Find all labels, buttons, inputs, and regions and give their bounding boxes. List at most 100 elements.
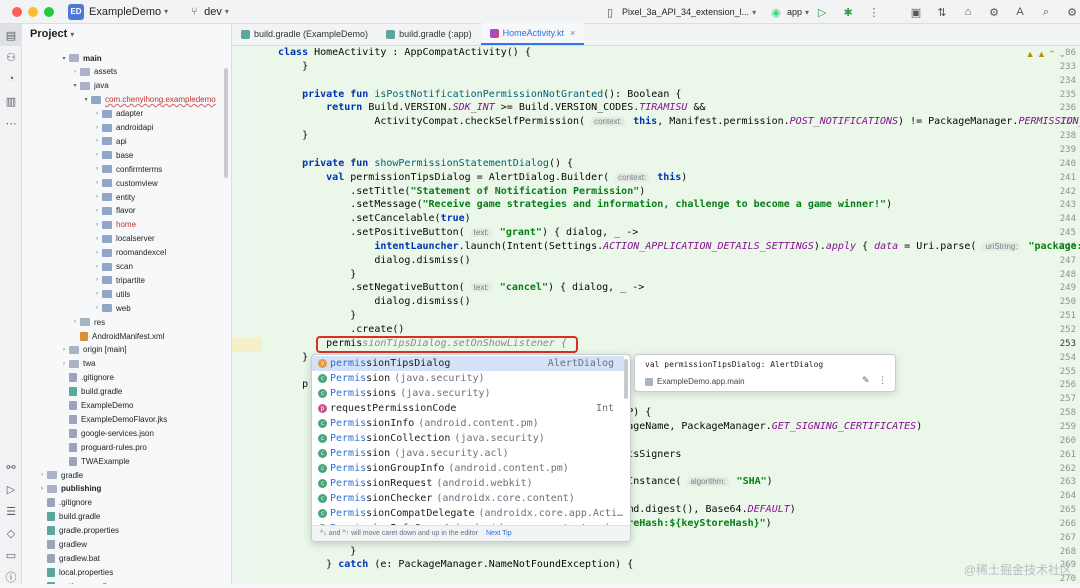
tree-item[interactable]: ›flavor [92,204,136,218]
tree-item[interactable]: ›utils [92,287,130,301]
line-number: 255 [1048,367,1076,377]
completion-match: Permis [330,433,366,444]
completion-package: (android.content.pm) [418,418,538,429]
project-tool-icon[interactable]: ▤ [0,24,22,46]
tree-item[interactable]: gradle.properties [37,524,119,538]
profiler-icon[interactable]: ⌂ [960,4,976,20]
editor-tab[interactable]: build.gradle (ExampleDemo) [232,23,377,45]
tree-item[interactable]: ›publishing [37,482,101,496]
run-config-selector[interactable]: app [787,7,802,17]
sync-icon[interactable]: ⇅ [934,4,950,20]
tree-item[interactable]: ›adapter [92,107,143,121]
tree-item[interactable]: build.gradle [59,385,122,399]
tree-item[interactable]: ›web [92,301,131,315]
tree-item[interactable]: proguard-rules.pro [59,440,147,454]
tree-item[interactable]: ▾java [70,79,109,93]
completion-item[interactable]: cPermissionRequest(android.webkit) [312,476,624,491]
completion-item[interactable]: prequestPermissionCodeInt [312,401,624,416]
parameter-hint: text: [471,228,492,237]
tree-item[interactable]: ›gradle [37,468,83,482]
project-panel-header[interactable]: Project ▾ [22,24,231,44]
completion-item[interactable]: cPermissions(java.security) [312,386,624,401]
tree-item[interactable]: ›home [92,218,136,232]
completion-item[interactable]: vpermissionTipsDialogAlertDialog [312,356,624,371]
tree-item[interactable]: .gitignore [59,371,114,385]
more-tools-icon[interactable]: ⋯ [0,112,22,134]
tree-item[interactable]: google-services.json [59,426,154,440]
build-variants-icon[interactable]: ⚯ [0,456,22,478]
tree-item[interactable]: ▾com.chenyihong.exampledemo [81,93,216,107]
tree-item[interactable]: ›res [70,315,105,329]
next-tip-link[interactable]: Next Tip [486,530,512,537]
tree-item[interactable]: AndroidManifest.xml [70,329,164,343]
completion-item[interactable]: cPermissionGroupInfo(android.content.pm) [312,461,624,476]
editor-tab[interactable]: build.gradle (:app) [377,23,481,45]
tree-item[interactable]: TWAExample [59,454,130,468]
commit-icon[interactable]: ◔ [0,68,22,90]
tree-item[interactable]: ›roomandexcel [92,246,166,260]
completion-item[interactable]: cPermission(java.security.acl) [312,446,624,461]
maximize-window-button[interactable] [44,7,54,17]
tree-item[interactable]: build.gradle [37,510,100,524]
completion-item[interactable]: cPermissionCollection(java.security) [312,431,624,446]
pkg-icon [102,235,112,243]
tree-item[interactable]: ›entity [92,190,135,204]
terminal-icon[interactable]: ▭ [0,544,22,566]
resource-manager-icon[interactable]: ⚇ [0,46,22,68]
line-number: 236 [1048,103,1076,113]
tree-item[interactable]: ›base [92,148,133,162]
more-icon[interactable]: ⋮ [866,4,882,20]
class-icon: c [318,419,327,428]
tree-item[interactable]: ›scan [92,260,133,274]
device-manager-icon[interactable]: ▣ [908,4,924,20]
completion-item[interactable]: cPermissionCompatDelegate(androidx.core.… [312,506,624,521]
tree-item[interactable]: ›tripartite [92,273,145,287]
tree-item[interactable]: ›twa [59,357,95,371]
sdk-manager-icon[interactable]: ⚙ [986,4,1002,20]
tree-item[interactable]: ExampleDemo [59,399,133,413]
tree-item[interactable]: ›localserver [92,232,155,246]
tree-item[interactable]: ExampleDemoFlavor.jks [59,412,167,426]
translate-icon[interactable]: A [1012,4,1028,20]
tree-item[interactable]: local.properties [37,565,113,579]
logcat-icon[interactable]: ☰ [0,500,22,522]
run-icon[interactable]: ▷ [814,4,830,20]
tree-item[interactable]: ›confirmterms [92,162,162,176]
code-token: PERMISSION_GR [1018,116,1080,127]
completion-item[interactable]: cPermission(java.security) [312,371,624,386]
editor-tab[interactable]: HomeActivity.kt× [481,23,585,45]
tree-item[interactable]: .gitignore [37,496,92,510]
code-token: dialog.dismiss() [278,255,471,266]
minimize-window-button[interactable] [28,7,38,17]
tree-item[interactable]: ›customview [92,176,158,190]
project-scrollbar[interactable] [224,68,228,178]
more-icon[interactable]: ⋮ [878,375,887,385]
project-selector[interactable]: ExampleDemo [89,6,161,18]
tree-item[interactable]: gradlew.bat [37,551,100,565]
edit-icon[interactable]: ✎ [862,375,870,385]
tree-item[interactable]: settings.gradle [37,579,111,584]
tree-item[interactable]: ›androidapi [92,121,153,135]
debug-icon[interactable]: ✱ [840,4,856,20]
completion-item[interactable]: cPermissionInfo(android.content.pm) [312,416,624,431]
warning-icon[interactable]: ▲ ▲ ⌃ ⌄ [1026,49,1066,60]
completion-item[interactable]: cPermissionChecker(androidx.core.content… [312,491,624,506]
run-tool-icon[interactable]: ▷ [0,478,22,500]
problems-icon[interactable]: ⓘ [0,566,22,588]
gear-icon[interactable]: ⚙ [1064,4,1080,20]
search-icon[interactable]: ⌕ [1038,4,1054,20]
device-selector[interactable]: Pixel_3a_API_34_extension_l... [622,7,749,17]
completion-scrollbar[interactable] [624,359,628,399]
line-number: 265 [1048,505,1076,515]
branch-selector[interactable]: dev [204,6,222,18]
structure-icon[interactable]: ▥ [0,90,22,112]
tree-item[interactable]: gradlew [37,538,87,552]
class-icon: c [318,464,327,473]
tree-item[interactable]: ›origin [main] [59,343,127,357]
tree-item[interactable]: ›api [92,134,127,148]
close-icon[interactable]: × [570,28,575,38]
gem-icon[interactable]: ◇ [0,522,22,544]
tree-item[interactable]: ›assets [70,65,117,79]
close-window-button[interactable] [12,7,22,17]
tree-item[interactable]: ▾main [59,51,102,65]
